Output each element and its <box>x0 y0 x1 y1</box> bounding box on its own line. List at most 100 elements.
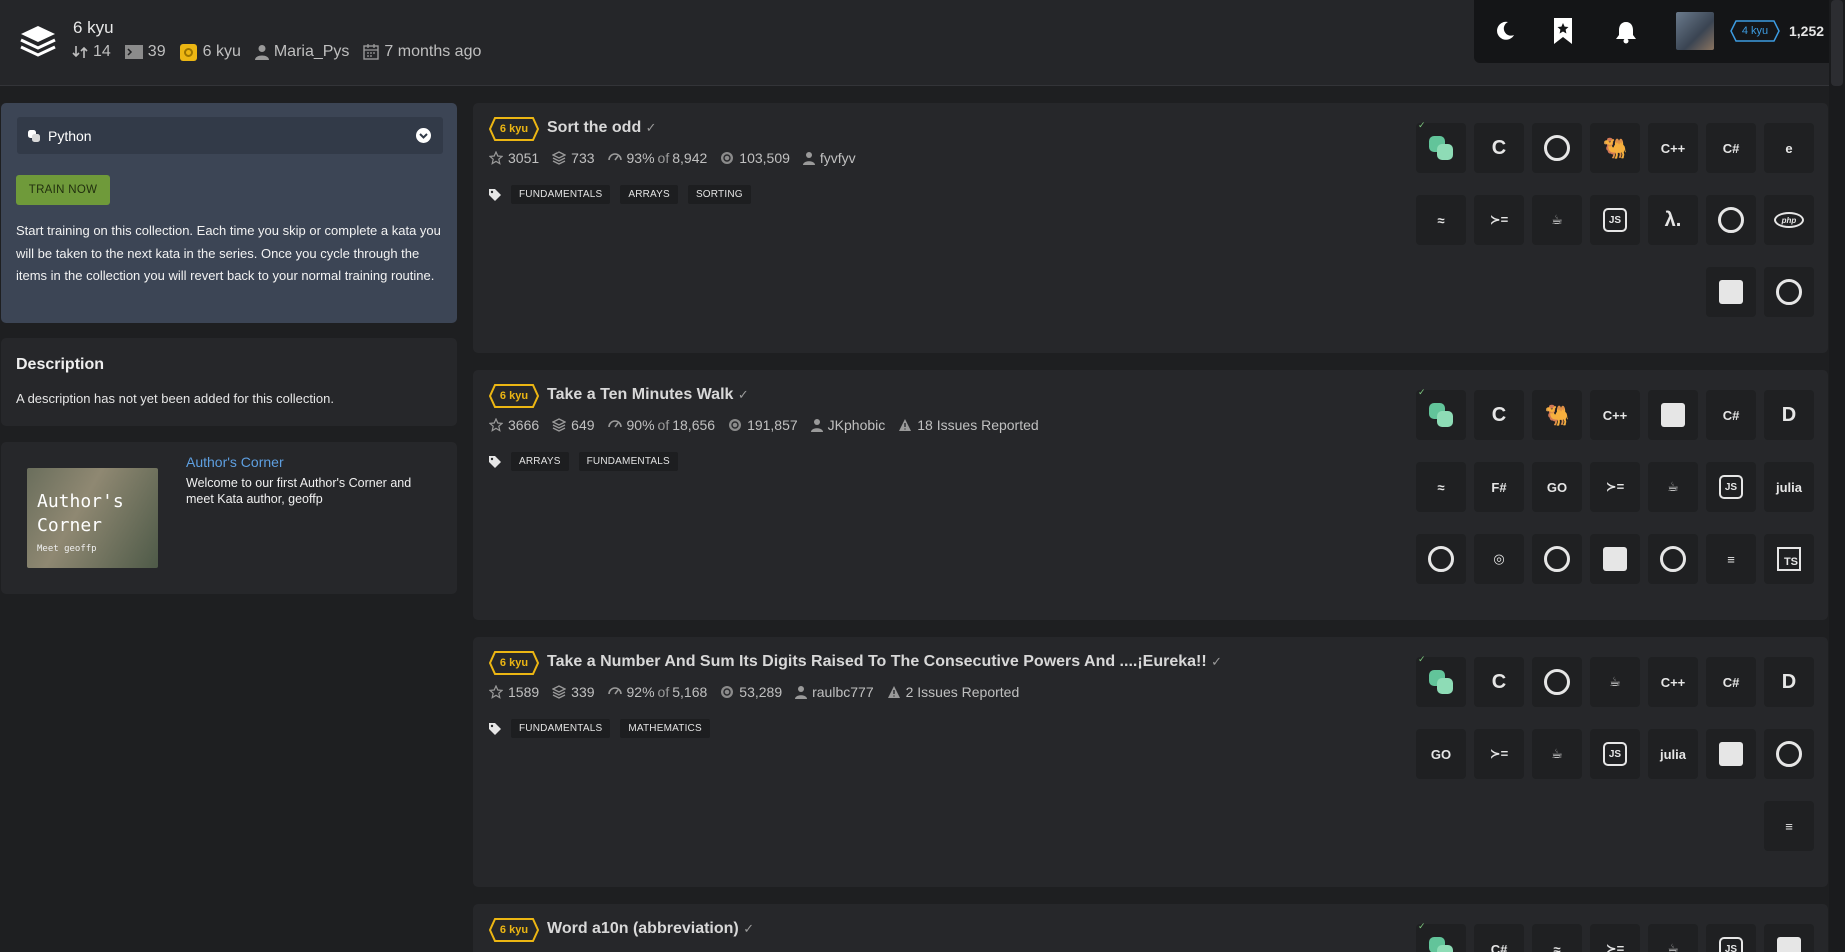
java-icon[interactable]: ☕ <box>1532 195 1582 245</box>
train-now-button[interactable]: TRAIN NOW <box>16 175 110 205</box>
user-avatar[interactable] <box>1676 12 1714 50</box>
cpp-icon[interactable]: C++ <box>1590 390 1640 440</box>
completions-icon <box>721 686 734 698</box>
lambda-icon[interactable]: λ. <box>1648 195 1698 245</box>
authors-corner-link[interactable]: Author's Corner <box>186 454 284 470</box>
coffeescript-icon[interactable]: 🐫 <box>1532 390 1582 440</box>
kata-card: 6 kyu Sort the odd ✓ 3051 733 93% of 8,942… <box>473 103 1828 353</box>
train-card: Python TRAIN NOW Start training on this … <box>1 103 457 323</box>
kata-stats: 3051 733 93% of 8,942 103,509 fyvfyv <box>489 150 869 166</box>
haskell-icon[interactable]: ≻= <box>1590 462 1640 512</box>
tag[interactable]: ARRAYS <box>620 185 678 204</box>
tag[interactable]: MATHEMATICS <box>620 719 710 738</box>
c-icon[interactable]: C <box>1474 390 1524 440</box>
c-icon[interactable]: C <box>1474 657 1524 707</box>
python-icon[interactable] <box>1416 654 1466 707</box>
haskell-icon[interactable]: ≻= <box>1590 924 1640 952</box>
kata-author[interactable]: raulbc777 <box>795 684 874 700</box>
go-icon[interactable]: GO <box>1416 729 1466 779</box>
scala-icon[interactable]: ≡ <box>1764 801 1814 851</box>
kata-title[interactable]: Word a10n (abbreviation) ✓ <box>547 920 754 938</box>
scala-icon[interactable]: ≡ <box>1706 534 1756 584</box>
star-icon <box>489 685 503 699</box>
bell-icon[interactable] <box>1614 20 1638 44</box>
clojure-icon[interactable] <box>1532 657 1582 707</box>
coffeescript-icon[interactable]: 🐫 <box>1590 123 1640 173</box>
elm-icon[interactable]: ≈ <box>1416 462 1466 512</box>
crystal-icon[interactable] <box>1648 390 1698 440</box>
elm-icon[interactable]: ≈ <box>1532 924 1582 952</box>
javascript-icon[interactable]: JS <box>1706 924 1756 952</box>
javascript-icon[interactable]: JS <box>1590 195 1640 245</box>
tag[interactable]: FUNDAMENTALS <box>578 452 678 471</box>
csharp-icon[interactable]: C# <box>1474 924 1524 952</box>
rust-icon[interactable] <box>1764 729 1814 779</box>
elm-icon[interactable]: ≈ <box>1416 195 1466 245</box>
php-icon[interactable]: php <box>1764 195 1814 245</box>
haskell-icon[interactable]: ≻= <box>1474 195 1524 245</box>
kata-author[interactable]: JKphobic <box>810 417 885 433</box>
bookmark-icon[interactable] <box>1554 18 1572 44</box>
java-icon[interactable]: ☕ <box>1648 924 1698 952</box>
dart-icon[interactable]: D <box>1764 657 1814 707</box>
ocaml-icon[interactable] <box>1416 534 1466 584</box>
go-icon[interactable]: GO <box>1532 462 1582 512</box>
javascript-icon[interactable]: JS <box>1590 729 1640 779</box>
haskell-icon[interactable]: ≻= <box>1474 729 1524 779</box>
user-icon <box>795 686 808 699</box>
kata-rank-badge: 6 kyu <box>488 117 540 141</box>
c-icon[interactable]: C <box>1474 123 1524 173</box>
kata-issues[interactable]: 2 Issues Reported <box>887 684 1019 700</box>
rust-icon[interactable] <box>1764 267 1814 317</box>
kata-title[interactable]: Sort the odd ✓ <box>547 119 657 137</box>
clojure-icon[interactable] <box>1532 123 1582 173</box>
python-icon[interactable] <box>1416 387 1466 440</box>
rust-icon[interactable] <box>1648 534 1698 584</box>
fsharp-icon[interactable]: F# <box>1474 462 1524 512</box>
scrollbar[interactable] <box>1829 0 1845 952</box>
julia-icon[interactable]: julia <box>1648 729 1698 779</box>
kata-tags: FUNDAMENTALS ARRAYS SORTING <box>489 185 751 204</box>
java-icon[interactable]: ☕ <box>1648 462 1698 512</box>
tag[interactable]: FUNDAMENTALS <box>511 719 611 738</box>
authors-corner-image[interactable]: Author's Corner Meet geoffp <box>27 468 158 568</box>
tag[interactable]: FUNDAMENTALS <box>511 185 611 204</box>
tag[interactable]: ARRAYS <box>511 452 569 471</box>
kata-issues[interactable]: 18 Issues Reported <box>898 417 1039 433</box>
csharp-icon[interactable]: C# <box>1706 123 1756 173</box>
r-icon[interactable] <box>1532 534 1582 584</box>
tag[interactable]: SORTING <box>687 185 751 204</box>
csharp-icon[interactable]: C# <box>1706 390 1756 440</box>
ruby-icon[interactable] <box>1706 267 1756 317</box>
ruby-icon[interactable] <box>1590 534 1640 584</box>
kata-author[interactable]: fyvfyv <box>802 150 856 166</box>
ocaml-icon[interactable] <box>1706 195 1756 245</box>
kata-count-icon <box>72 46 88 58</box>
dart-icon[interactable]: D <box>1764 390 1814 440</box>
kata-rank-badge: 6 kyu <box>488 651 540 675</box>
cpp-icon[interactable]: C++ <box>1648 657 1698 707</box>
collection-author[interactable]: Maria_Pys <box>254 43 349 61</box>
kata-title[interactable]: Take a Ten Minutes Walk ✓ <box>547 386 749 404</box>
coffeescript-icon[interactable]: ☕ <box>1590 657 1640 707</box>
ruby-icon[interactable] <box>1764 924 1814 952</box>
language-select[interactable]: Python <box>17 117 443 154</box>
codewars-logo-icon[interactable] <box>18 22 58 62</box>
cpp-icon[interactable]: C++ <box>1648 123 1698 173</box>
python-icon[interactable] <box>1416 921 1466 952</box>
ruby-icon[interactable] <box>1706 729 1756 779</box>
scrollbar-thumb[interactable] <box>1831 0 1843 86</box>
warning-icon <box>887 686 900 698</box>
javascript-icon[interactable]: JS <box>1706 462 1756 512</box>
java-icon[interactable]: ☕ <box>1532 729 1582 779</box>
elixir-icon[interactable]: e <box>1764 123 1814 173</box>
moon-icon[interactable] <box>1494 20 1516 42</box>
python-icon[interactable] <box>1416 120 1466 173</box>
kata-title[interactable]: Take a Number And Sum Its Digits Raised … <box>547 653 1222 671</box>
julia-icon[interactable]: julia <box>1764 462 1814 512</box>
user-icon <box>254 45 269 60</box>
csharp-icon[interactable]: C# <box>1706 657 1756 707</box>
authors-corner-text: Welcome to our first Author's Corner and… <box>186 476 412 506</box>
prolog-icon[interactable]: ◎ <box>1474 534 1524 584</box>
typescript-icon[interactable]: TS <box>1764 534 1814 584</box>
